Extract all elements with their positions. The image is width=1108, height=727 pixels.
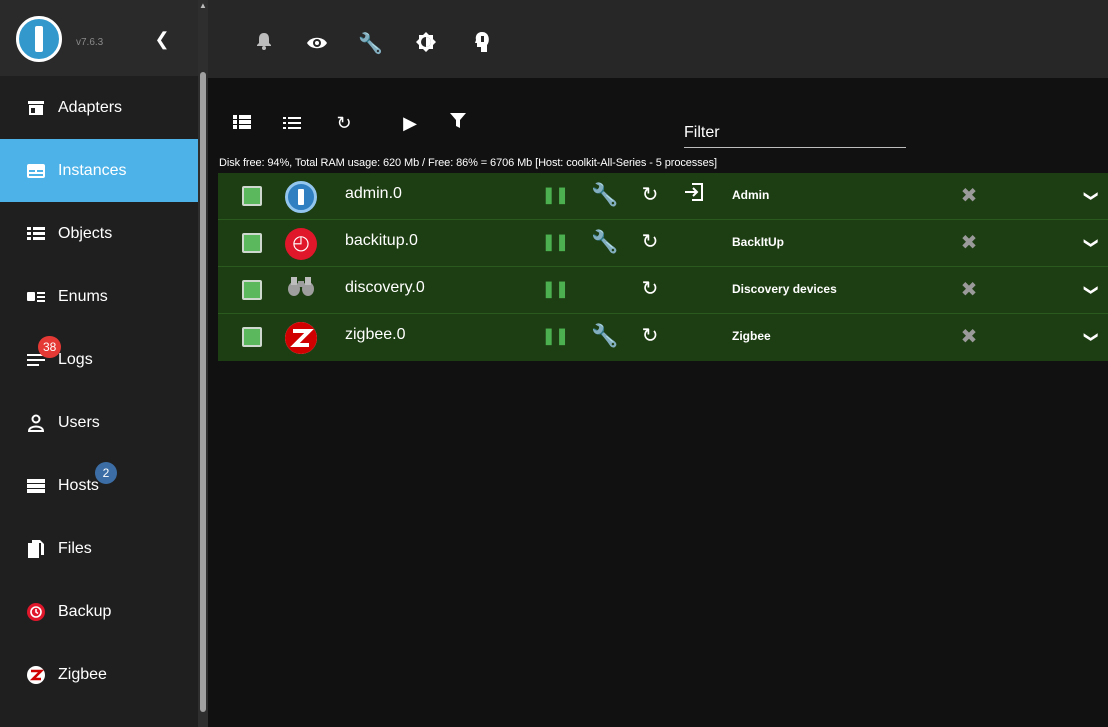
sidebar-item-logs[interactable]: Logs 38 (0, 328, 198, 391)
backitup-adapter-icon (285, 228, 317, 260)
filter-icon[interactable] (446, 111, 470, 135)
sidebar-item-label: Users (58, 413, 100, 431)
admin-adapter-icon (285, 181, 317, 213)
sidebar-item-label: Zigbee (58, 665, 107, 683)
chevron-down-icon[interactable]: ❯ (1082, 233, 1102, 253)
collapse-sidebar-icon[interactable]: ❮ (152, 29, 172, 49)
instance-title: Admin (732, 188, 770, 202)
instance-row-backitup: backitup.0 ❚❚ 🔧 ↻ BackItUp ✖ ❯ (218, 220, 1108, 267)
sidebar-item-label: Backup (58, 602, 112, 620)
sidebar-item-adapters[interactable]: Adapters (0, 76, 198, 139)
filter-field (684, 118, 906, 148)
hosts-icon (26, 476, 46, 496)
zigbee-icon (26, 665, 46, 685)
backup-icon (26, 602, 46, 622)
instance-row-admin: admin.0 ❚❚ 🔧 ↻ Admin ✖ ❯ (218, 173, 1108, 220)
instance-enable-checkbox[interactable] (242, 280, 262, 300)
sidebar-item-label: Hosts (58, 476, 99, 494)
list-icon (26, 224, 46, 244)
no-connection-icon: ✖ (960, 185, 978, 207)
iobroker-logo[interactable] (16, 16, 62, 62)
sidebar-item-files[interactable]: Files (0, 517, 198, 580)
chevron-down-icon[interactable]: ❯ (1082, 327, 1102, 347)
sidebar-item-label: Objects (58, 224, 113, 242)
sidebar-item-label: Logs (58, 350, 93, 368)
files-icon (26, 539, 46, 559)
sidebar-item-hosts[interactable]: Hosts 2 (0, 454, 198, 517)
sidebar-item-label: Enums (58, 287, 108, 305)
instance-enable-checkbox[interactable] (242, 186, 262, 206)
pause-icon[interactable]: ❚❚ (542, 327, 569, 347)
view-compact-icon[interactable] (280, 111, 304, 135)
restart-icon[interactable]: ↻ (638, 183, 662, 207)
chevron-down-icon[interactable]: ❯ (1082, 280, 1102, 300)
play-icon[interactable]: ▶ (398, 111, 422, 135)
sidebar-item-enums[interactable]: Enums (0, 265, 198, 328)
no-connection-icon: ✖ (960, 279, 978, 301)
hosts-count-badge: 2 (95, 462, 117, 484)
restart-icon[interactable]: ↻ (638, 324, 662, 348)
sidebar-item-label: Adapters (58, 98, 123, 116)
sidebar-item-zigbee[interactable]: Zigbee (0, 643, 198, 706)
restart-icon[interactable]: ↻ (638, 277, 662, 301)
view-detailed-icon[interactable] (230, 111, 254, 135)
sidebar-item-label: Files (58, 539, 92, 557)
app-root: v7.6.3 ❮ Adapters Instances Objects Enum… (0, 0, 1108, 727)
instance-row-discovery: discovery.0 ❚❚ ↻ Discovery devices ✖ ❯ (218, 267, 1108, 314)
instances-icon (26, 161, 46, 181)
host-status-text: Disk free: 94%, Total RAM usage: 620 Mb … (219, 157, 717, 169)
scroll-up-arrow-icon[interactable]: ▲ (199, 0, 207, 12)
sidebar-item-objects[interactable]: Objects (0, 202, 198, 265)
expert-mode-icon[interactable] (470, 32, 494, 56)
scrollbar-thumb[interactable] (200, 72, 206, 712)
no-connection-icon: ✖ (960, 326, 978, 348)
instance-name: discovery.0 (345, 279, 425, 296)
instance-enable-checkbox[interactable] (242, 233, 262, 253)
eye-icon[interactable] (305, 32, 329, 56)
top-app-bar: 🔧 (208, 0, 1108, 80)
no-connection-icon: ✖ (960, 232, 978, 254)
zigbee-adapter-icon (285, 322, 317, 354)
wrench-icon[interactable]: 🔧 (358, 32, 383, 56)
settings-wrench-icon[interactable]: 🔧 (591, 182, 618, 208)
instance-row-zigbee: zigbee.0 ❚❚ 🔧 ↻ Zigbee ✖ ❯ (218, 314, 1108, 361)
instance-name: backitup.0 (345, 232, 418, 249)
pause-icon[interactable]: ❚❚ (542, 186, 569, 206)
pause-icon[interactable]: ❚❚ (542, 280, 569, 300)
sidebar: v7.6.3 ❮ Adapters Instances Objects Enum… (0, 0, 198, 727)
instance-name: admin.0 (345, 185, 402, 202)
settings-wrench-icon[interactable]: 🔧 (591, 323, 618, 349)
reload-icon[interactable]: ↻ (332, 111, 356, 135)
store-icon (26, 98, 46, 118)
theme-icon[interactable] (414, 32, 438, 56)
instance-enable-checkbox[interactable] (242, 327, 262, 347)
settings-wrench-icon[interactable]: 🔧 (591, 229, 618, 255)
pause-icon[interactable]: ❚❚ (542, 233, 569, 253)
enums-icon (26, 287, 46, 307)
sidebar-item-label: Instances (58, 161, 127, 179)
sidebar-item-users[interactable]: Users (0, 391, 198, 454)
sidebar-nav: Adapters Instances Objects Enums Logs 38… (0, 76, 198, 706)
instance-title: Zigbee (732, 329, 771, 343)
version-label: v7.6.3 (76, 37, 104, 48)
instance-title: Discovery devices (732, 282, 837, 296)
sidebar-item-instances[interactable]: Instances (0, 139, 198, 202)
chevron-down-icon[interactable]: ❯ (1082, 186, 1102, 206)
discovery-binoculars-icon (285, 275, 317, 307)
sidebar-header: v7.6.3 ❮ (0, 0, 198, 76)
sidebar-scrollbar[interactable]: ▲ (198, 0, 208, 727)
filter-input[interactable] (684, 118, 906, 147)
sidebar-item-backup[interactable]: Backup (0, 580, 198, 643)
bell-icon[interactable] (252, 32, 276, 56)
instances-list: admin.0 ❚❚ 🔧 ↻ Admin ✖ ❯ backitup.0 ❚❚ 🔧… (218, 173, 1108, 361)
open-link-icon[interactable] (682, 183, 706, 207)
instance-name: zigbee.0 (345, 326, 406, 343)
logs-count-badge: 38 (38, 336, 62, 358)
user-icon (26, 413, 46, 433)
restart-icon[interactable]: ↻ (638, 230, 662, 254)
instances-toolbar: ↻ ▶ (208, 82, 1108, 158)
instance-title: BackItUp (732, 235, 785, 249)
